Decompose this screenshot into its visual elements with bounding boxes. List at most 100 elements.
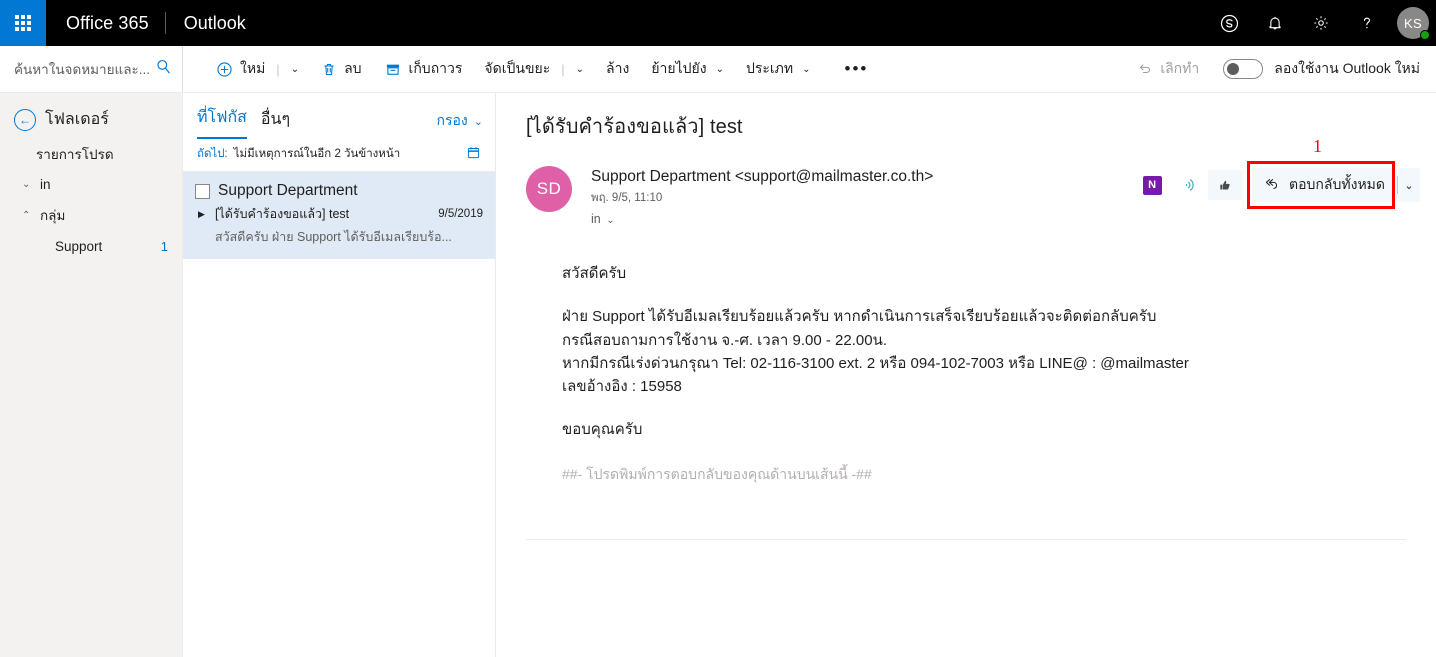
- chevron-down-icon[interactable]: ⌄: [802, 64, 810, 75]
- tab-other[interactable]: อื่นๆ: [261, 107, 290, 139]
- junk-button[interactable]: จัดเป็นขยะ | ⌄: [473, 46, 595, 93]
- chevron-down-icon[interactable]: ⌄: [22, 179, 32, 190]
- body-line: หากมีกรณีเร่งด่วนกรุณา Tel: 02-116-3100 …: [562, 354, 1189, 372]
- search-input[interactable]: [14, 61, 151, 77]
- undo-arrow-icon: [1137, 60, 1153, 79]
- toggle-switch[interactable]: [1223, 59, 1264, 79]
- toggle-knob: [1227, 63, 1240, 75]
- onenote-button[interactable]: N: [1136, 169, 1168, 201]
- back-arrow-icon[interactable]: ←: [14, 108, 36, 131]
- message-preview: สวัสดีครับ ฝ่าย Support ได้รับอีเมลเรียบ…: [215, 230, 452, 244]
- sweep-label: ล้าง: [606, 60, 630, 76]
- filter-button[interactable]: กรอง ⌄: [437, 110, 483, 139]
- onenote-icon: N: [1142, 175, 1162, 195]
- message-list-pane: ที่โฟกัส อื่นๆ กรอง ⌄ ถัดไป: ไม่มีเหตุกา…: [183, 93, 496, 657]
- chevron-down-icon[interactable]: ⌄: [291, 64, 299, 75]
- sweep-button[interactable]: ล้าง: [595, 46, 640, 93]
- reply-all-label: ตอบกลับทั้งหมด: [1289, 176, 1385, 192]
- sidebar-item-support[interactable]: Support 1: [0, 232, 182, 261]
- favorites-label[interactable]: รายการโปรด: [0, 134, 182, 171]
- try-new-outlook-label: ลองใช้งาน Outlook ใหม่: [1274, 60, 1420, 76]
- body-footer-note: ##- โปรดพิมพ์การตอบกลับของคุณด้านบนเส้นน…: [562, 465, 872, 482]
- reply-all-icon: [1263, 176, 1280, 195]
- reply-options-chevron-down-icon[interactable]: ⌄: [1398, 168, 1420, 202]
- calendar-icon[interactable]: [466, 145, 481, 163]
- chevron-down-icon[interactable]: ⌄: [716, 64, 724, 75]
- outlook-app-link[interactable]: Outlook: [166, 13, 262, 34]
- expand-conversation-icon[interactable]: ▶: [198, 209, 208, 220]
- agenda-peek-row[interactable]: ถัดไป: ไม่มีเหตุการณ์ในอีก 2 วันข้างหน้า: [183, 139, 495, 172]
- search-box[interactable]: [0, 46, 183, 92]
- search-icon[interactable]: [155, 58, 172, 80]
- message-sender: Support Department: [218, 182, 358, 199]
- ellipsis-icon: •••: [844, 59, 869, 78]
- sidebar-item-support-count: 1: [160, 239, 168, 254]
- sidebar-item-in[interactable]: ⌄ in: [0, 171, 182, 198]
- sidebar-item-groups[interactable]: ⌃ กลุ่ม: [0, 198, 182, 232]
- undo-label: เลิกทำ: [1160, 60, 1200, 76]
- chevron-down-icon[interactable]: ⌄: [576, 64, 584, 75]
- archive-button[interactable]: เก็บถาวร: [373, 46, 474, 93]
- message-header: SD Support Department <support@mailmaste…: [496, 136, 1436, 226]
- sidebar-item-support-label: Support: [55, 239, 103, 254]
- message-list-item[interactable]: Support Department ▶ [ได้รับคำร้องขอแล้ว…: [183, 172, 495, 259]
- skype-icon[interactable]: [1206, 0, 1252, 46]
- reply-all-group: 1 ตอบกลับทั้งหมด ⌄: [1247, 136, 1420, 209]
- body-line: ฝ่าย Support ได้รับอีเมลเรียบร้อยแล้วครั…: [562, 308, 1157, 326]
- message-meta: Support Department <support@mailmaster.c…: [572, 166, 933, 226]
- presence-available-icon: [1420, 30, 1430, 40]
- message-date: 9/5/2019: [438, 208, 483, 220]
- reply-all-button[interactable]: ตอบกลับทั้งหมด: [1252, 168, 1397, 202]
- move-to-label: ย้ายไปยัง: [651, 60, 707, 76]
- move-to-button[interactable]: ย้ายไปยัง ⌄: [640, 46, 735, 93]
- chevron-up-icon[interactable]: ⌃: [22, 210, 32, 221]
- help-question-icon[interactable]: [1344, 0, 1390, 46]
- message-row-subject: ▶ [ได้รับคำร้องขอแล้ว] test 9/5/2019: [195, 200, 483, 224]
- try-new-outlook-toggle[interactable]: ลองใช้งาน Outlook ใหม่: [1211, 58, 1420, 80]
- delete-button[interactable]: ลบ: [310, 46, 372, 93]
- notifications-bell-icon[interactable]: [1252, 0, 1298, 46]
- undo-button[interactable]: เลิกทำ: [1127, 46, 1209, 93]
- command-bar-right: เลิกทำ ลองใช้งาน Outlook ใหม่: [1127, 46, 1436, 93]
- sender-avatar-initials: SD: [536, 179, 562, 198]
- page-title: [ได้รับคำร้องขอแล้ว] test: [526, 116, 743, 138]
- plus-circle-icon: [216, 61, 233, 78]
- body-paragraph: ฝ่าย Support ได้รับอีเมลเรียบร้อยแล้วครั…: [562, 285, 1406, 398]
- chevron-down-icon: ⌄: [473, 115, 483, 128]
- chevron-down-icon: ⌄: [606, 215, 615, 226]
- message-folder-chip[interactable]: in ⌄: [591, 207, 933, 226]
- like-button[interactable]: [1208, 170, 1243, 200]
- body-line: เลขอ้างอิง : 15958: [562, 378, 682, 395]
- archive-label: เก็บถาวร: [408, 60, 463, 76]
- junk-label: จัดเป็นขยะ: [484, 60, 551, 76]
- message-select-checkbox[interactable]: [195, 183, 210, 199]
- reading-pane: [ได้รับคำร้องขอแล้ว] test SD Support Dep…: [496, 93, 1436, 657]
- suite-header-bar: Office 365 Outlook KS: [0, 0, 1436, 46]
- office365-brand-link[interactable]: Office 365: [46, 13, 165, 34]
- message-list-tabs: ที่โฟกัส อื่นๆ กรอง ⌄: [183, 93, 495, 139]
- app-launcher-button[interactable]: [0, 0, 46, 46]
- folder-sidebar: ← โฟลเดอร์ รายการโปรด ⌄ in ⌃ กลุ่ม Suppo…: [0, 93, 183, 657]
- more-commands-button[interactable]: •••: [822, 46, 892, 93]
- agenda-next-label: ถัดไป:: [197, 148, 228, 160]
- message-bottom-divider: [526, 539, 1406, 541]
- filter-label: กรอง: [436, 112, 468, 128]
- sidebar-item-groups-label: กลุ่ม: [40, 208, 66, 223]
- body-line: กรณีสอบถามการใช้งาน จ.-ศ. เวลา 9.00 - 22…: [562, 331, 887, 349]
- folders-header[interactable]: ← โฟลเดอร์: [0, 103, 182, 134]
- tab-focused[interactable]: ที่โฟกัส: [197, 105, 247, 139]
- body-closing: ขอบคุณครับ: [562, 421, 643, 439]
- agenda-text: ไม่มีเหตุการณ์ในอีก 2 วันข้างหน้า: [233, 148, 401, 160]
- skype-presence-icon[interactable]: [1172, 169, 1204, 201]
- user-avatar[interactable]: KS: [1390, 0, 1436, 46]
- sender-avatar[interactable]: SD: [526, 166, 572, 212]
- message-row-sender: Support Department: [195, 182, 483, 200]
- new-message-button[interactable]: ใหม่ | ⌄: [205, 46, 310, 93]
- suite-actions: KS: [1206, 0, 1436, 46]
- categories-button[interactable]: ประเภท ⌄: [735, 46, 822, 93]
- sidebar-item-in-label: in: [40, 177, 51, 192]
- command-items: ใหม่ | ⌄ ลบ เก็บถาวร จัดเป็นขยะ | ⌄ ล้าง…: [183, 46, 891, 93]
- settings-gear-icon[interactable]: [1298, 0, 1344, 46]
- message-timestamp: พฤ. 9/5, 11:10: [591, 192, 663, 204]
- body-greeting: สวัสดีครับ: [562, 265, 627, 282]
